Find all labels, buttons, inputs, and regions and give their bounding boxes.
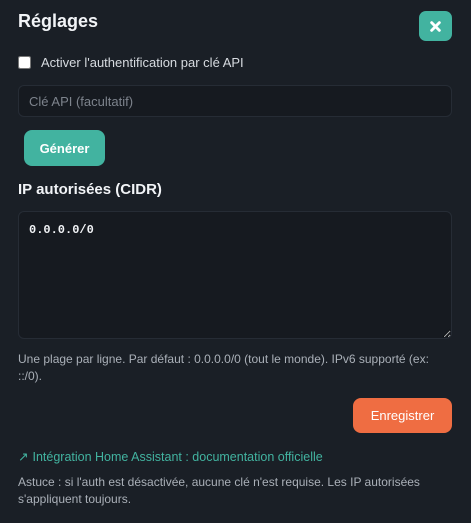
save-button[interactable]: Enregistrer [353, 398, 452, 433]
api-auth-toggle-row: Activer l'authentification par clé API [18, 55, 244, 70]
api-auth-checkbox[interactable] [18, 56, 31, 69]
ha-docs-link[interactable]: ↗ Intégration Home Assistant : documenta… [18, 449, 323, 465]
api-key-input[interactable] [18, 85, 452, 117]
cidr-hint: Une plage par ligne. Par défaut : 0.0.0.… [18, 352, 429, 383]
close-button[interactable] [419, 11, 452, 41]
cidr-section-title: IP autorisées (CIDR) [18, 181, 162, 198]
close-icon [430, 20, 441, 32]
cidr-textarea[interactable]: 0.0.0.0/0 [18, 211, 452, 339]
external-link-icon: ↗ [18, 450, 29, 464]
panel-title: Réglages [18, 11, 99, 31]
settings-panel: Réglages Activer l'authentification par … [0, 0, 471, 523]
api-auth-checkbox-label[interactable]: Activer l'authentification par clé API [41, 55, 244, 70]
auth-tip: Astuce : si l'auth est désactivée, aucun… [18, 475, 420, 506]
generate-button[interactable]: Générer [24, 130, 105, 166]
ha-docs-link-label: Intégration Home Assistant : documentati… [32, 450, 323, 464]
